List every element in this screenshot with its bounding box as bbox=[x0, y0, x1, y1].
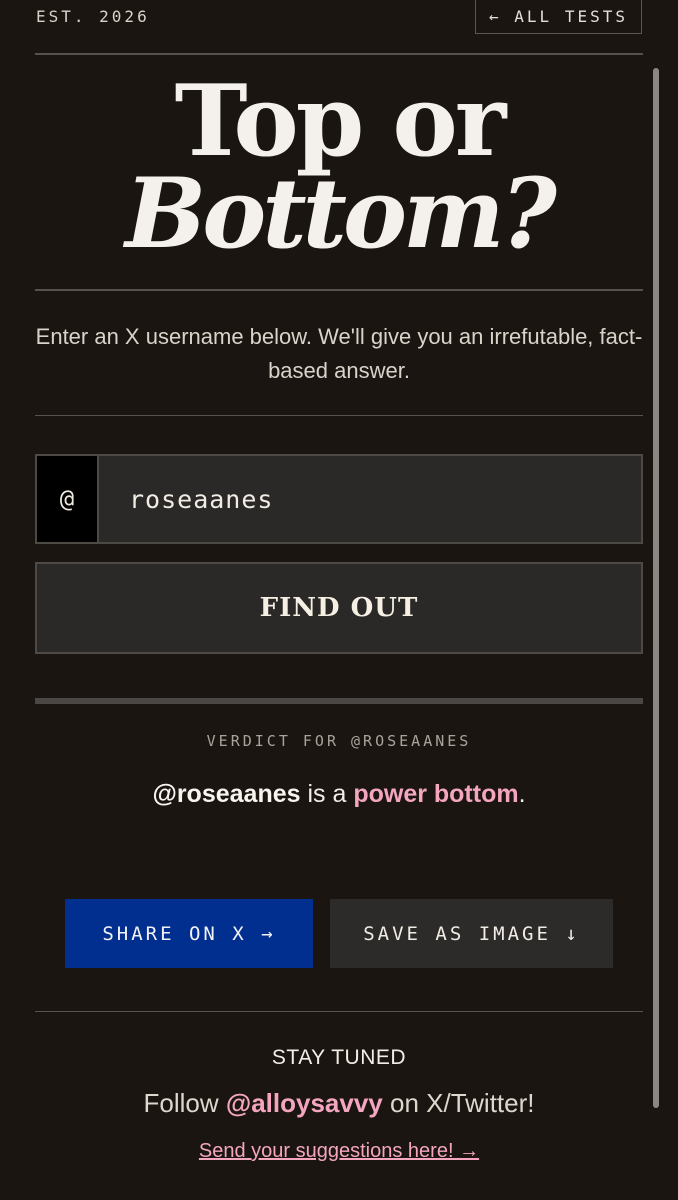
follow-handle-link[interactable]: @alloysavvy bbox=[226, 1088, 383, 1118]
follow-prefix: Follow bbox=[143, 1088, 226, 1118]
save-as-image-button[interactable]: SAVE AS IMAGE ↓ bbox=[330, 899, 613, 968]
page-title-line-2: Bottom? bbox=[125, 157, 557, 270]
verdict-connector: is a bbox=[300, 780, 354, 808]
find-out-button[interactable]: FIND OUT bbox=[35, 562, 643, 654]
verdict-period: . bbox=[518, 780, 526, 808]
intro-text: Enter an X username below. We'll give yo… bbox=[35, 324, 643, 383]
divider-footer bbox=[35, 1011, 643, 1012]
at-prefix: @ bbox=[37, 456, 99, 542]
divider-top bbox=[35, 53, 643, 55]
follow-text: Follow @alloysavvy on X/Twitter! bbox=[35, 1088, 643, 1119]
verdict-answer: power bottom bbox=[353, 780, 519, 808]
suggestions-link[interactable]: Send your suggestions here! → bbox=[35, 1140, 643, 1163]
verdict-result: @roseaanes is a power bottom. bbox=[35, 780, 643, 809]
follow-suffix: on X/Twitter! bbox=[382, 1088, 535, 1118]
established-label: EST. 2026 bbox=[36, 7, 150, 26]
divider-verdict bbox=[35, 698, 643, 704]
verdict-label: VERDICT FOR @ROSEAANES bbox=[206, 732, 472, 750]
username-input[interactable] bbox=[99, 456, 641, 542]
stay-tuned-heading: STAY TUNED bbox=[271, 1046, 407, 1069]
scrollbar[interactable] bbox=[653, 68, 659, 1108]
share-on-x-button[interactable]: SHARE ON X → bbox=[65, 899, 313, 968]
divider-title bbox=[35, 289, 643, 291]
verdict-handle: @roseaanes bbox=[152, 780, 301, 808]
all-tests-button[interactable]: ← ALL TESTS bbox=[475, 0, 642, 34]
username-field: @ bbox=[35, 454, 643, 544]
divider-intro bbox=[35, 415, 643, 416]
top-bar: EST. 2026 ← ALL TESTS bbox=[0, 0, 678, 54]
